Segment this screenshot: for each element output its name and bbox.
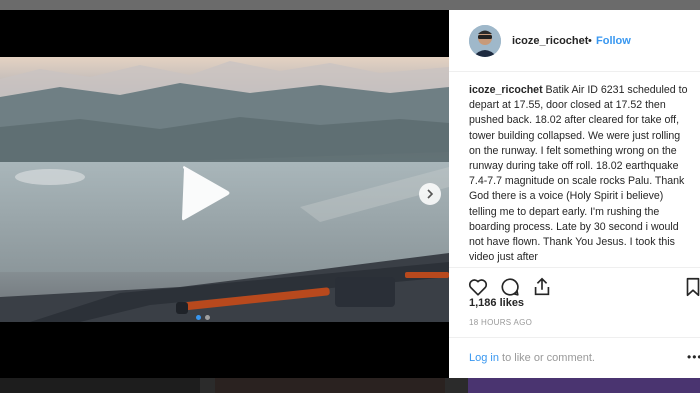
carousel-dot [205, 315, 210, 320]
background-feed-strip [0, 378, 700, 393]
carousel-indicator [196, 315, 210, 320]
action-bar [449, 267, 700, 298]
heart-icon[interactable] [467, 276, 489, 298]
media-viewer [0, 10, 449, 378]
login-prompt-suffix: to like or comment. [498, 352, 595, 364]
post-side-panel: icoze_ricochet • Follow icoze_ricochet B… [449, 10, 700, 378]
login-link[interactable]: Log in [469, 352, 499, 364]
carousel-dot-active [196, 315, 201, 320]
play-button[interactable] [178, 165, 232, 221]
follow-button[interactable]: Follow [596, 35, 631, 47]
login-prompt: Log in to like or comment. [469, 352, 595, 364]
play-icon [182, 166, 230, 221]
bookmark-icon[interactable] [685, 276, 700, 298]
post-timestamp[interactable]: 18 HOURS AGO [469, 318, 532, 327]
avatar[interactable] [469, 25, 501, 57]
post-author-username[interactable]: icoze_ricochet [512, 35, 588, 47]
more-options-button[interactable]: ••• [687, 350, 700, 364]
comment-bar: Log in to like or comment. ••• [449, 337, 700, 378]
browser-top-strip [0, 0, 700, 10]
comment-icon[interactable] [499, 276, 521, 298]
background-thumb [215, 378, 445, 393]
like-count[interactable]: 1,186 likes [469, 297, 524, 309]
background-thumb [0, 378, 200, 393]
caption-text: Batik Air ID 6231 scheduled to depart at… [469, 84, 688, 263]
chevron-right-icon [427, 189, 434, 199]
post-header: icoze_ricochet • Follow [449, 10, 700, 72]
separator-dot: • [588, 35, 592, 47]
background-thumb [468, 378, 700, 393]
caption-username[interactable]: icoze_ricochet [469, 84, 543, 96]
post-caption: icoze_ricochet Batik Air ID 6231 schedul… [469, 83, 691, 263]
avatar-image [469, 25, 501, 57]
next-media-button[interactable] [419, 183, 441, 205]
share-icon[interactable] [531, 276, 553, 298]
